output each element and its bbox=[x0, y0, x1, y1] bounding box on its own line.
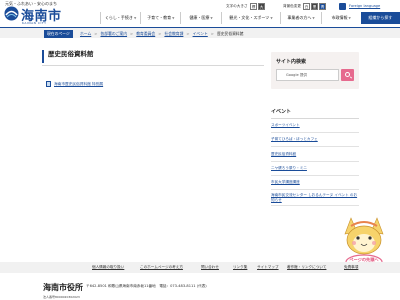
bg-black-button[interactable]: 黒 bbox=[311, 3, 318, 10]
search-button[interactable] bbox=[341, 69, 354, 81]
breadcrumb-current: 歴史民俗資料館 bbox=[216, 31, 244, 36]
special-exhibition-link-label: 海南市歴史民俗資料館 特別展 bbox=[54, 81, 104, 86]
special-exhibition-link[interactable]: 海南市歴史民俗資料館 特別展 bbox=[46, 81, 103, 87]
breadcrumb-events[interactable]: イベント bbox=[193, 31, 208, 36]
footer-link-disclaimer[interactable]: 免責事項 bbox=[344, 265, 358, 270]
nav-organization[interactable]: 組織から探す bbox=[360, 12, 400, 24]
breadcrumb: 現在のページ ホーム > 各部署のご案内 > 教育委員会 > 社会教育課 > イベント > 歴史民俗… bbox=[0, 27, 400, 38]
site-footer: 海南市役所 〒642-8501 和歌山県海南市南赤坂11番地 電話：073-48… bbox=[0, 273, 400, 300]
city-hall-name: 海南市役所 bbox=[43, 283, 83, 292]
text-size-label: 文字の大きさ bbox=[226, 4, 248, 8]
search-input[interactable]: Google 提供 bbox=[276, 69, 339, 81]
site-search-title: サイト内検索 bbox=[276, 59, 307, 65]
nav-health[interactable]: 健康・医療▼ bbox=[180, 12, 220, 24]
events-list: スポーツイベント 子育てひろば・ほっとカフェ 歴史民俗資料館 ニヤ健ろう祭り・ミ… bbox=[271, 119, 359, 207]
footer-link-privacy[interactable]: 個人情報の取り扱い bbox=[92, 265, 124, 270]
footer-link-links[interactable]: リンク集 bbox=[233, 265, 247, 270]
nav-living[interactable]: くらし・手続き▼ bbox=[100, 12, 140, 24]
site-logo[interactable]: 海南市 KAINAN CITY bbox=[4, 5, 68, 25]
current-page-label: 現在のページ bbox=[44, 29, 73, 38]
footer-link-policy[interactable]: このホームページの考え方 bbox=[140, 265, 183, 270]
breadcrumb-social-education[interactable]: 社会教育課 bbox=[164, 31, 183, 36]
nav-tourism-label: 観光・文化・スポーツ bbox=[229, 15, 270, 20]
chevron-down-icon: ▼ bbox=[270, 16, 273, 20]
nav-living-label: くらし・手続き bbox=[104, 15, 133, 20]
title-divider bbox=[42, 65, 264, 66]
breadcrumb-separator-icon: > bbox=[130, 31, 134, 36]
global-nav: くらし・手続き▼ 子育て・教育▼ 健康・医療▼ 観光・文化・スポーツ▼ 事業者の… bbox=[100, 12, 400, 24]
nav-city-info[interactable]: 市政情報▼ bbox=[320, 12, 361, 24]
event-link-citizen-college[interactable]: 市民大学講座講座 bbox=[271, 176, 359, 190]
breadcrumb-separator-icon: > bbox=[158, 31, 162, 36]
text-size-standard-button[interactable]: 標 bbox=[250, 3, 257, 10]
logo-sub: KAINAN CITY bbox=[22, 21, 47, 25]
chevron-down-icon: ▼ bbox=[312, 16, 315, 20]
bg-color-label: 背景色変更 bbox=[283, 4, 301, 8]
event-link-sports[interactable]: スポーツイベント bbox=[271, 119, 359, 134]
event-link-folk-museum[interactable]: 歴史民俗資料館 bbox=[271, 147, 359, 162]
corporate-number: 法人番号8000020302023 bbox=[43, 295, 80, 299]
breadcrumb-home[interactable]: ホーム bbox=[80, 31, 91, 36]
document-icon bbox=[46, 81, 51, 87]
events-title: イベント bbox=[271, 108, 359, 119]
page-title: 歴史民俗資料館 bbox=[42, 50, 264, 63]
nav-health-label: 健康・医療 bbox=[189, 15, 210, 20]
nav-city-info-label: 市政情報 bbox=[331, 15, 348, 20]
city-hall-address: 〒642-8501 和歌山県海南市南赤坂11番地 電話：073-483-8111… bbox=[86, 284, 207, 288]
chevron-down-icon: ▼ bbox=[348, 16, 351, 20]
breadcrumb-separator-icon: > bbox=[210, 31, 214, 36]
city-emblem-icon bbox=[4, 6, 19, 21]
bg-white-button[interactable]: 白 bbox=[303, 3, 310, 10]
footer-link-contact[interactable]: 問い合わせ bbox=[201, 265, 219, 270]
event-link-festival[interactable]: ニヤ健ろう祭り・ミニ bbox=[271, 162, 359, 176]
chevron-down-icon: ▼ bbox=[210, 16, 213, 20]
breadcrumb-board-of-education[interactable]: 教育委員会 bbox=[136, 31, 155, 36]
events-section: イベント スポーツイベント 子育てひろば・ほっとカフェ 歴史民俗資料館 ニヤ健ろ… bbox=[271, 108, 359, 207]
bg-blue-button[interactable]: 青 bbox=[319, 3, 326, 10]
nav-tourism[interactable]: 観光・文化・スポーツ▼ bbox=[220, 12, 281, 24]
breadcrumb-separator-icon: > bbox=[94, 31, 98, 36]
nav-childcare[interactable]: 子育て・教育▼ bbox=[140, 12, 180, 24]
breadcrumb-departments[interactable]: 各部署のご案内 bbox=[100, 31, 127, 36]
site-header: 元気・ふれあい・安心のまち 海南市 KAINAN CITY 文字の大きさ 標 大… bbox=[0, 0, 400, 27]
chevron-down-icon: ▼ bbox=[172, 16, 175, 20]
chevron-down-icon: ▼ bbox=[133, 16, 137, 20]
nav-childcare-label: 子育て・教育 bbox=[147, 15, 172, 20]
nav-business-label: 事業者の方へ bbox=[287, 15, 312, 20]
footer-link-sitemap[interactable]: サイトマップ bbox=[257, 265, 279, 270]
footer-links: 個人情報の取り扱い このホームページの考え方 問い合わせ リンク集 サイトマップ… bbox=[0, 262, 400, 273]
text-size-large-button[interactable]: 大 bbox=[258, 3, 265, 10]
sidebar: サイト内検索 Google 提供 イベント スポーツイベント 子育てひろば・ほっ… bbox=[271, 52, 359, 207]
footer-link-copyright[interactable]: 著作権・リンクについて bbox=[287, 265, 326, 270]
search-icon bbox=[345, 72, 350, 77]
breadcrumb-trail: ホーム > 各部署のご案内 > 教育委員会 > 社会教育課 > イベント > 歴史民俗資料館 bbox=[80, 30, 244, 37]
event-link-exchange-center[interactable]: 海南市民交流センター しおるんテーヌ イベント のお知らせ bbox=[271, 190, 359, 207]
nav-organization-label: 組織から探す bbox=[368, 15, 393, 20]
main-content: 歴史民俗資料館 海南市歴史民俗資料館 特別展 bbox=[42, 50, 264, 87]
site-search-box: サイト内検索 Google 提供 bbox=[271, 52, 359, 89]
globe-icon bbox=[339, 3, 346, 10]
breadcrumb-separator-icon: > bbox=[186, 31, 190, 36]
event-link-childcare-cafe[interactable]: 子育てひろば・ほっとカフェ bbox=[271, 133, 359, 148]
foreign-language-link[interactable]: Foreign language bbox=[349, 4, 380, 8]
nav-business[interactable]: 事業者の方へ▼ bbox=[280, 12, 320, 24]
